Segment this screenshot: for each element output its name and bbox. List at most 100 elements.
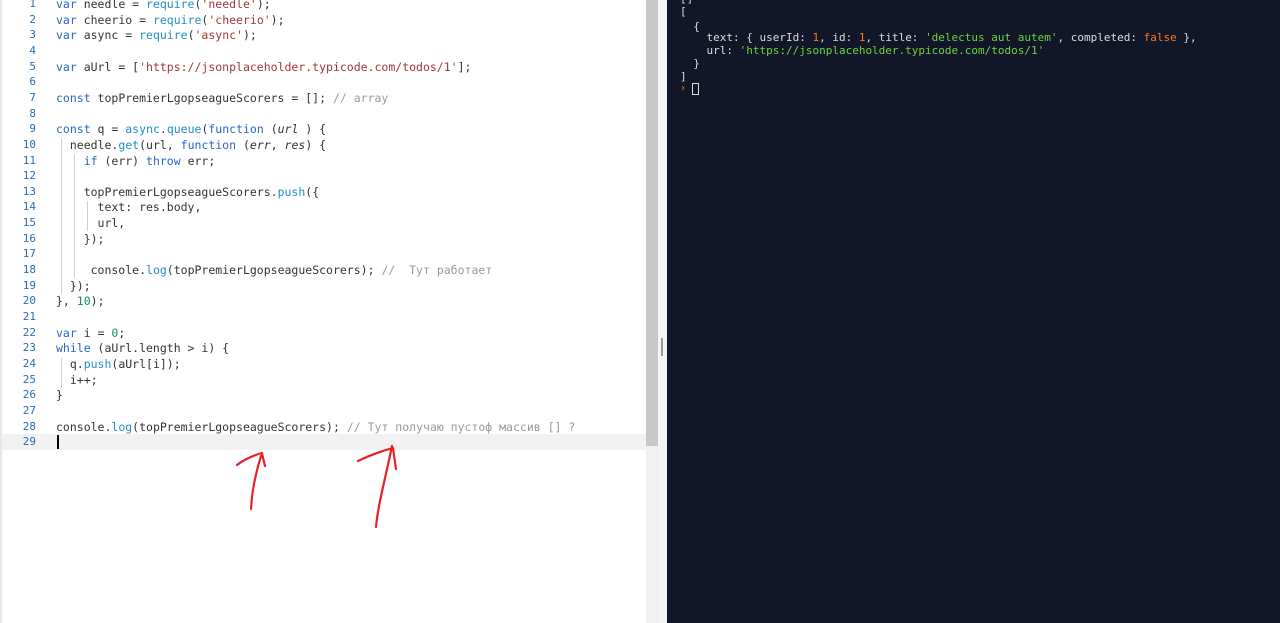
console-key: , id: <box>819 31 859 44</box>
code-line[interactable]: 4 <box>2 43 646 59</box>
code-token: var <box>56 59 84 74</box>
code-text: }, 10); <box>56 293 105 309</box>
code-token: ) { <box>298 122 327 137</box>
code-token: ); <box>270 12 285 27</box>
code-token: throw <box>146 153 188 168</box>
code-token: (aUrl[i]); <box>111 356 181 371</box>
console-object-url: url: 'https://jsonplaceholder.typicode.c… <box>680 44 1044 57</box>
code-line[interactable]: 27 <box>2 403 646 419</box>
line-number: 29 <box>22 435 36 449</box>
code-text: topPremierLgopseagueScorers.push({ <box>56 184 319 200</box>
code-token: // Тут получаю пустоф массив [] ? <box>346 419 576 434</box>
code-editor[interactable]: 1 var needle = require('needle'); 2 var che… <box>0 0 646 623</box>
code-line[interactable]: 3 var async = require('async'); <box>2 27 646 43</box>
code-line[interactable]: 5 var aUrl = ['https://jsonplaceholder.ty… <box>2 59 646 75</box>
code-line[interactable]: 18 console.log(topPremierLgopseagueScore… <box>2 262 646 278</box>
code-token: // array <box>332 90 389 105</box>
console-input[interactable] <box>692 83 699 95</box>
code-token: var <box>56 12 84 27</box>
scrollbar-thumb[interactable] <box>646 0 658 446</box>
code-line[interactable]: 29 <box>2 434 646 451</box>
code-token: i++; <box>56 372 98 387</box>
code-line[interactable]: 17 <box>2 246 646 262</box>
line-number: 19 <box>22 278 36 292</box>
code-line[interactable]: 9 const q = async.queue(function (url ) { <box>2 121 646 137</box>
code-token: var <box>56 28 84 43</box>
editor-scrollbar[interactable] <box>646 0 658 623</box>
line-number: 2 <box>29 12 36 26</box>
prompt-icon: › <box>680 83 687 94</box>
code-line[interactable]: 22 var i = 0; <box>2 325 646 341</box>
code-text: while (aUrl.length > i) { <box>56 340 229 356</box>
line-number: 10 <box>22 137 36 151</box>
code-text: console.log(topPremierLgopseagueScorers)… <box>56 419 575 435</box>
code-token: needle. <box>56 137 119 152</box>
code-text: text: res.body, <box>56 199 202 215</box>
line-number: 4 <box>29 43 36 57</box>
code-token: topPremierLgopseagueScorers. <box>56 184 278 199</box>
line-number: 6 <box>29 75 36 89</box>
code-token: ( <box>242 137 250 152</box>
code-token: ; <box>118 325 126 340</box>
line-number: 25 <box>22 372 36 386</box>
line-number: 18 <box>22 263 36 277</box>
code-line[interactable]: 6 <box>2 74 646 90</box>
line-number: 15 <box>22 216 36 230</box>
code-line[interactable]: 26} <box>2 387 646 403</box>
code-line[interactable]: 11 if (err) throw err; <box>2 153 646 169</box>
code-line[interactable]: 8 <box>2 106 646 122</box>
code-text: needle.get(url, function (err, res) { <box>56 137 326 153</box>
code-token: url, <box>56 216 126 231</box>
code-text: const q = async.queue(function (url ) { <box>56 121 326 137</box>
code-line[interactable]: 16 }); <box>2 231 646 247</box>
code-line[interactable]: 28 console.log(topPremierLgopseagueScorer… <box>2 419 646 435</box>
code-text: var cheerio = require('cheerio'); <box>56 12 285 28</box>
code-text: }); <box>56 278 91 294</box>
code-line[interactable]: 21 <box>2 309 646 325</box>
code-token: var <box>56 325 84 340</box>
code-token: ); <box>90 294 105 309</box>
code-token: 10 <box>76 294 91 309</box>
console-line: [ <box>680 5 687 18</box>
pane-divider[interactable] <box>658 0 667 623</box>
code-line[interactable]: 24 q.push(aUrl[i]); <box>2 356 646 372</box>
code-line[interactable]: 20}, 10); <box>2 293 646 309</box>
code-token: 'https://jsonplaceholder.typicode.com/to… <box>139 59 458 74</box>
code-line[interactable]: 14 text: res.body, <box>2 199 646 215</box>
code-line[interactable]: 2 var cheerio = require('cheerio'); <box>2 12 646 28</box>
code-line[interactable]: 1 var needle = require('needle'); <box>2 0 646 12</box>
code-token: async = <box>83 28 140 43</box>
code-token: 'cheerio' <box>208 12 271 27</box>
code-line[interactable]: 12 <box>2 168 646 184</box>
code-token: (topPremierLgopseagueScorers); <box>166 263 382 278</box>
code-line[interactable]: 10 needle.get(url, function (err, res) { <box>2 137 646 153</box>
code-line[interactable]: 7 const topPremierLgopseagueScorers = [];… <box>2 90 646 106</box>
code-token: ({ <box>305 184 320 199</box>
line-number: 11 <box>22 153 36 167</box>
code-line[interactable]: 15 url, <box>2 215 646 231</box>
code-line[interactable]: 13 topPremierLgopseagueScorers.push({ <box>2 184 646 200</box>
code-token: (err) <box>104 153 147 168</box>
code-line[interactable]: 25 i++; <box>2 372 646 388</box>
code-token: ); <box>256 0 271 11</box>
code-token: function <box>208 122 271 137</box>
line-number: 20 <box>22 294 36 308</box>
code-token: topPremierLgopseagueScorers = []; <box>97 90 333 105</box>
code-token: push <box>83 356 112 371</box>
console-line: } <box>680 57 700 70</box>
line-number: 14 <box>22 200 36 214</box>
code-token: url <box>277 122 299 137</box>
code-token: const <box>56 122 98 137</box>
code-token: q. <box>56 356 84 371</box>
drag-handle-icon[interactable] <box>661 338 663 356</box>
line-number: 13 <box>22 184 36 198</box>
line-number: 7 <box>29 90 36 104</box>
code-text: var needle = require('needle'); <box>56 0 271 12</box>
code-token: needle = <box>83 0 147 11</box>
code-token: }, <box>56 294 77 309</box>
code-line[interactable]: 19 }); <box>2 278 646 294</box>
console-punct: }, <box>1176 31 1197 44</box>
code-line[interactable]: 23 while (aUrl.length > i) { <box>2 340 646 356</box>
code-token: }); <box>56 278 91 293</box>
